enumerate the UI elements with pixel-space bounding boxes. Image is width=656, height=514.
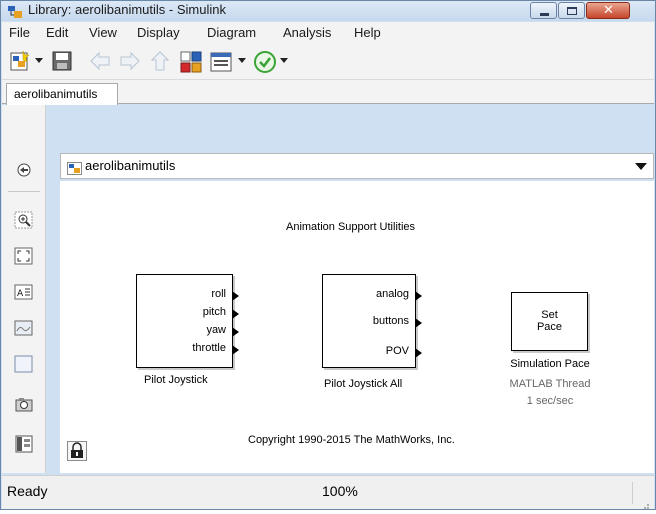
update-diagram-button[interactable] <box>253 50 277 74</box>
model-config-dropdown[interactable] <box>238 58 246 82</box>
forward-button[interactable] <box>119 50 141 74</box>
tool-palette: A <box>2 105 46 473</box>
forward-arrow-icon <box>119 50 141 72</box>
new-model-dropdown[interactable] <box>35 58 43 82</box>
fit-view-button[interactable] <box>14 247 34 265</box>
status-bar: Ready 100% <box>2 475 654 509</box>
library-browser-button[interactable] <box>179 50 203 74</box>
port-arrow-icon <box>232 345 239 355</box>
toolbar <box>2 44 654 80</box>
port-label-throttle: throttle <box>192 342 226 354</box>
simulation-pace-caption: Simulation Pace <box>510 358 590 370</box>
zoom-level: 100% <box>322 483 358 499</box>
menu-view[interactable]: View <box>89 25 117 40</box>
lock-icon <box>68 442 86 464</box>
port-label-roll: roll <box>211 288 226 300</box>
model-config-icon <box>209 50 233 74</box>
new-model-button[interactable] <box>9 50 33 74</box>
port-label-yaw: yaw <box>206 324 226 336</box>
back-button[interactable] <box>89 50 111 74</box>
svg-text:A: A <box>17 289 24 299</box>
close-icon: ✕ <box>603 3 614 18</box>
address-path: aerolibanimutils <box>85 158 176 173</box>
port-label-buttons: buttons <box>372 315 409 327</box>
port-arrow-icon <box>232 309 239 319</box>
up-button[interactable] <box>149 50 171 74</box>
image-icon <box>14 320 34 341</box>
image-button[interactable] <box>14 319 34 337</box>
annotation-button[interactable]: A <box>14 283 34 301</box>
save-icon <box>51 50 73 72</box>
menu-file[interactable]: File <box>9 25 30 40</box>
menu-help[interactable]: Help <box>354 25 381 40</box>
tab-strip: aerolibanimutils <box>2 80 654 105</box>
pace-label-line1: Set <box>541 309 558 321</box>
update-diagram-dropdown[interactable] <box>280 58 288 82</box>
close-button[interactable]: ✕ <box>586 2 630 19</box>
resize-grip-icon[interactable] <box>640 495 650 509</box>
minimize-icon <box>540 13 549 16</box>
menu-bar: File Edit View Display Diagram Analysis … <box>2 22 654 44</box>
copyright-text: Copyright 1990-2015 The MathWorks, Inc. <box>248 434 455 446</box>
port-arrow-icon <box>415 291 422 301</box>
zoom-button[interactable] <box>14 211 34 229</box>
back-arrow-icon <box>89 50 111 72</box>
pace-label-line2: Pace <box>536 321 563 333</box>
area-icon <box>14 355 34 377</box>
menu-analysis[interactable]: Analysis <box>283 25 331 40</box>
model-browser-button[interactable] <box>14 435 34 453</box>
new-model-icon <box>9 50 33 74</box>
hide-explorer-icon <box>14 163 34 183</box>
port-label-analog: analog <box>375 288 409 300</box>
area-button[interactable] <box>14 355 34 373</box>
simulink-logo-icon <box>7 4 23 18</box>
port-arrow-icon <box>232 291 239 301</box>
annotation-icon: A <box>14 284 34 305</box>
port-arrow-icon <box>232 327 239 337</box>
canvas-title: Animation Support Utilities <box>286 221 416 233</box>
menu-edit[interactable]: Edit <box>46 25 68 40</box>
pilot-joystick-caption: Pilot Joystick <box>144 374 208 386</box>
simulink-model-icon <box>67 160 82 175</box>
simulation-pace-rate: 1 sec/sec <box>526 395 574 407</box>
tab-aerolibanimutils[interactable]: aerolibanimutils <box>6 83 118 105</box>
chevron-down-icon <box>238 58 246 64</box>
hide-explorer-button[interactable] <box>14 161 34 179</box>
menu-display[interactable]: Display <box>137 25 180 40</box>
chevron-down-icon <box>35 58 43 64</box>
menu-diagram[interactable]: Diagram <box>207 25 256 40</box>
status-text: Ready <box>7 483 48 499</box>
simulation-pace-block[interactable]: Set Pace <box>511 292 588 351</box>
model-canvas[interactable]: Animation Support Utilities roll pitch y… <box>60 181 654 473</box>
pilot-joystick-all-caption: Pilot Joystick All <box>324 378 403 390</box>
pilot-joystick-all-block[interactable]: analog buttons POV <box>322 274 422 368</box>
simulink-window: Library: aerolibanimutils - Simulink ✕ F… <box>0 0 656 510</box>
port-label-pov: POV <box>385 345 409 357</box>
model-config-button[interactable] <box>209 50 233 74</box>
screenshot-button[interactable] <box>14 395 34 413</box>
address-bar[interactable]: aerolibanimutils <box>60 153 654 179</box>
pilot-joystick-block[interactable]: roll pitch yaw throttle <box>136 274 239 368</box>
fit-view-icon <box>14 247 34 269</box>
chevron-down-icon <box>280 58 288 64</box>
library-browser-icon <box>179 50 203 74</box>
zoom-icon <box>14 211 34 233</box>
maximize-icon <box>567 7 577 15</box>
check-icon <box>253 50 277 74</box>
save-button[interactable] <box>51 50 73 74</box>
up-arrow-icon <box>149 50 171 72</box>
title-bar[interactable]: Library: aerolibanimutils - Simulink ✕ <box>1 1 655 21</box>
port-arrow-icon <box>415 318 422 328</box>
port-label-pitch: pitch <box>202 306 226 318</box>
screenshot-icon <box>14 398 34 417</box>
model-browser-icon <box>14 435 34 457</box>
port-arrow-icon <box>415 348 422 358</box>
chevron-down-icon[interactable] <box>635 163 647 170</box>
lock-button[interactable] <box>67 441 87 461</box>
minimize-button[interactable] <box>530 2 557 19</box>
simulation-pace-thread: MATLAB Thread <box>509 378 591 390</box>
window-title: Library: aerolibanimutils - Simulink <box>28 2 226 17</box>
maximize-button[interactable] <box>558 2 585 19</box>
